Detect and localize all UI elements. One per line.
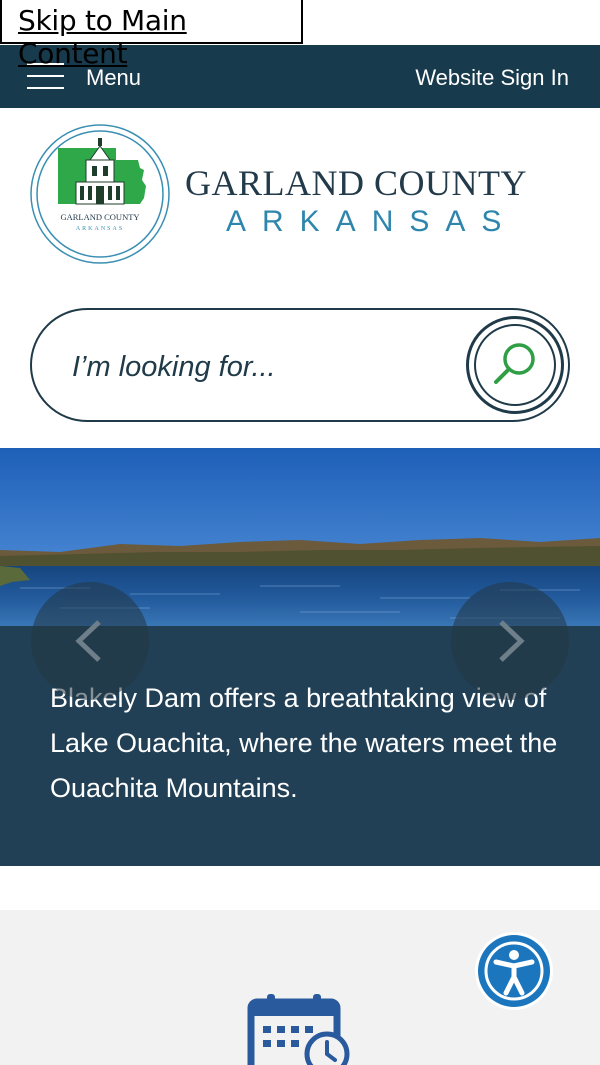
county-seal-logo[interactable]: GARLAND COUNTY ARKANSAS (28, 124, 172, 264)
search-button[interactable] (466, 316, 564, 414)
skip-to-main-content[interactable]: Skip to Main Content (0, 0, 303, 70)
calendar-clock-icon[interactable] (247, 992, 353, 1065)
skip-link[interactable]: Skip to Main Content (18, 4, 301, 70)
chevron-left-icon (75, 620, 101, 662)
next-slide-button[interactable] (451, 582, 569, 700)
state-name: ARKANSAS (226, 205, 518, 238)
svg-text:ARKANSAS: ARKANSAS (76, 226, 124, 232)
site-search (30, 308, 570, 422)
county-name: GARLAND COUNTY (185, 163, 527, 203)
accessibility-icon (484, 941, 544, 1001)
previous-slide-button[interactable] (31, 582, 149, 700)
search-input[interactable] (70, 344, 454, 390)
chevron-right-icon (499, 620, 525, 662)
website-sign-in-link[interactable]: Website Sign In (415, 65, 569, 91)
svg-text:GARLAND COUNTY: GARLAND COUNTY (60, 212, 139, 222)
magnifier-icon (494, 343, 535, 384)
accessibility-button[interactable] (475, 932, 553, 1010)
